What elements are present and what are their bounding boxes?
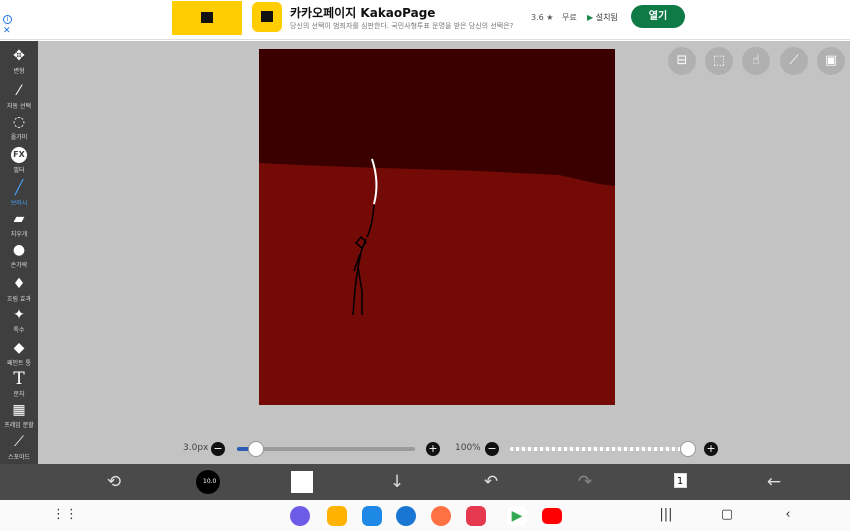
tool-blur[interactable]: ♦ 흐림 효과 [0, 273, 38, 307]
messages-app-icon[interactable] [396, 506, 416, 526]
tool-text[interactable]: T 문자 [0, 368, 38, 402]
app-root: i ✕ 카카오페이지 KakaoPage 당신의 선택이 범죄자를 심판한다. … [0, 0, 850, 531]
opacity-plus-button[interactable]: + [704, 442, 718, 456]
toggle-icon[interactable]: ⊟ [668, 47, 696, 75]
brush-size-knob[interactable] [248, 441, 264, 457]
transform-rotate-icon[interactable]: ⟲ [102, 470, 126, 494]
ad-title[interactable]: 카카오페이지 KakaoPage [290, 4, 435, 21]
color-swatch-button[interactable]: 10.0 [196, 470, 220, 494]
artwork [259, 49, 615, 405]
undo-icon[interactable]: ↶ [479, 470, 503, 494]
camera-app-icon[interactable] [466, 506, 486, 526]
paint-bucket-icon: ◆ [13, 340, 25, 356]
special-wand-icon: ✦ [13, 307, 25, 323]
tool-filter[interactable]: FX 필터 [0, 144, 38, 178]
text-icon: T [13, 369, 25, 389]
brush-size-label: 3.0px [183, 443, 209, 453]
ad-banner-image[interactable] [172, 1, 242, 35]
selection-icon[interactable]: ⬚ [705, 47, 733, 75]
lasso-icon: ◌ [12, 114, 26, 130]
redo-icon[interactable]: ↷ [573, 470, 597, 494]
tool-lasso[interactable]: ◌ 올가미 [0, 111, 38, 145]
eraser-icon: ▰ [13, 211, 25, 227]
drawing-canvas[interactable] [259, 49, 615, 405]
move-icon: ✥ [13, 48, 25, 64]
tool-special[interactable]: ✦ 특수 [0, 304, 38, 338]
tool-brush[interactable]: ╱ 브러시 [0, 177, 38, 211]
brush-size-minus-button[interactable]: − [211, 442, 225, 456]
tool-label: 특수 [13, 327, 25, 334]
ad-open-button[interactable]: 열기 [631, 5, 685, 28]
opacity-label: 100% [455, 443, 481, 453]
tool-paint-bucket[interactable]: ◆ 페인트 통 [0, 337, 38, 371]
tool-transform[interactable]: ✥ 변형 [0, 45, 38, 79]
tool-label: 올가미 [10, 134, 28, 141]
tool-eyedropper[interactable]: ⟋ 스포이드 [0, 431, 38, 465]
bottom-toolbar: ⟲ 10.0 ↓ ↶ ↷ 1 ← [0, 464, 850, 500]
brush-icon: ╱ [14, 180, 24, 196]
download-arrow-icon[interactable]: ↓ [385, 470, 409, 494]
tool-auto-select[interactable]: ⁄ 자동 선택 [0, 80, 38, 114]
ad-price: 무료 [561, 13, 577, 22]
tool-label: 브러시 [10, 200, 28, 207]
tool-label: 자동 선택 [7, 103, 31, 110]
tool-label: 문자 [13, 391, 25, 398]
tool-label: 지우개 [10, 231, 28, 238]
tool-label: 페인트 통 [7, 360, 31, 367]
tool-label: 스포이드 [7, 454, 31, 461]
layer-count: 1 [673, 473, 687, 488]
secondary-color-swatch[interactable] [291, 471, 313, 493]
calendar-app-icon[interactable] [362, 506, 382, 526]
tool-label: 프레임 분할 [4, 422, 34, 429]
home-button[interactable]: ▢ [717, 505, 737, 525]
kakaopage-app-icon[interactable] [252, 2, 282, 32]
opacity-minus-button[interactable]: − [485, 442, 499, 456]
ad-info-icon[interactable]: i [3, 15, 12, 24]
tool-label: 손가락 [10, 262, 28, 269]
blur-drop-icon: ♦ [12, 276, 26, 292]
youtube-app-icon[interactable] [542, 508, 562, 524]
tool-label: 필터 [13, 167, 25, 174]
magic-wand-icon: ⁄ [17, 83, 21, 99]
tool-eraser[interactable]: ▰ 지우개 [0, 208, 38, 242]
sky-layer [259, 49, 615, 186]
opacity-knob[interactable] [680, 441, 696, 457]
color-swatch-value: 10.0 [203, 478, 217, 485]
ad-banner[interactable]: i ✕ 카카오페이지 KakaoPage 당신의 선택이 범죄자를 심판한다. … [0, 0, 850, 40]
system-back-button[interactable]: ‹ [778, 505, 798, 525]
internet-app-icon[interactable] [290, 506, 310, 526]
ad-install-status: ▶ 설치됨 [587, 12, 618, 23]
files-app-icon[interactable] [327, 506, 347, 526]
hand-icon[interactable]: ☝ [742, 47, 770, 75]
eyedropper-icon: ⟋ [14, 434, 24, 450]
layers-button[interactable]: 1 [668, 470, 692, 494]
play-store-icon: ▶ [587, 13, 594, 22]
play-store-app-icon[interactable]: ▶ [507, 506, 527, 526]
ad-rating: 3.6 ★ 무료 [531, 12, 577, 23]
ruler-icon[interactable]: ⟋ [780, 47, 808, 75]
tool-smudge[interactable]: ● 손가락 [0, 239, 38, 273]
smudge-icon: ● [12, 242, 26, 258]
fx-icon: FX [11, 147, 27, 163]
ad-description: 당신의 선택이 범죄자를 심판한다. 국민사형투표 운명을 받은 당신의 선택은… [290, 22, 514, 30]
frame-divider-icon: ▦ [12, 402, 26, 418]
image-icon[interactable]: ▣ [817, 47, 845, 75]
left-toolbar: ✥ 변형 ⁄ 자동 선택 ◌ 올가미 FX 필터 ╱ 브러시 ▰ 지우개 ● 손… [0, 41, 38, 464]
ad-rating-value: 3.6 ★ [531, 13, 554, 22]
ad-close-icon[interactable]: ✕ [3, 26, 11, 36]
tool-frame-divider[interactable]: ▦ 프레임 분할 [0, 399, 38, 433]
app-drawer-icon[interactable]: ⋮⋮ [52, 505, 78, 525]
tool-label: 흐림 효과 [7, 296, 31, 303]
ad-install-label: 설치됨 [595, 13, 618, 22]
back-arrow-icon[interactable]: ← [762, 470, 786, 494]
tool-label: 변형 [13, 68, 25, 75]
opacity-track[interactable] [510, 447, 690, 451]
contacts-app-icon[interactable] [431, 506, 451, 526]
brush-size-plus-button[interactable]: + [426, 442, 440, 456]
recent-apps-button[interactable]: ||| [656, 505, 676, 525]
